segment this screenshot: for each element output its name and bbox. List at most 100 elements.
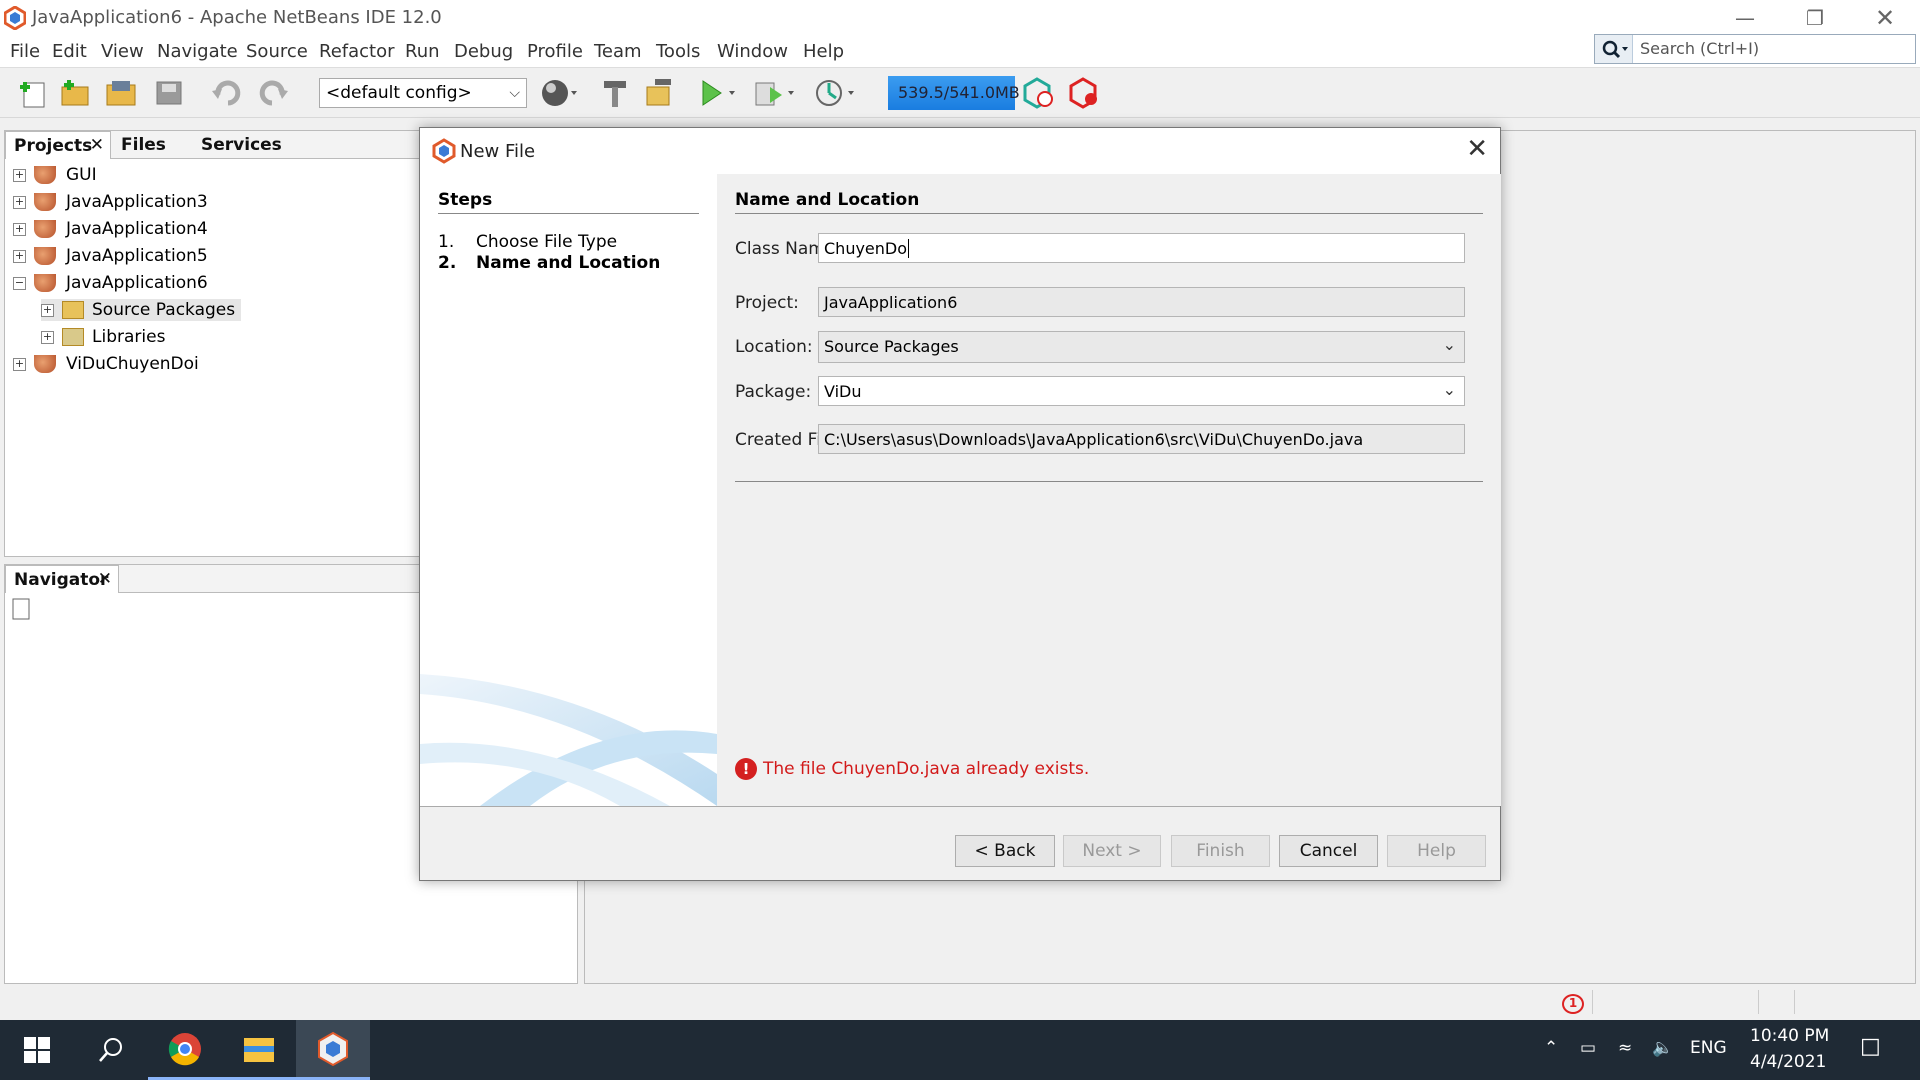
- menu-refactor[interactable]: Refactor: [319, 41, 395, 62]
- step-label: Choose File Type: [476, 232, 618, 252]
- cancel-button[interactable]: Cancel: [1279, 835, 1378, 867]
- tab-navigator[interactable]: Navigator ✕: [5, 565, 119, 593]
- new-file-icon[interactable]: [16, 77, 50, 109]
- profile-icon[interactable]: [812, 77, 854, 109]
- java-project-icon: [34, 355, 56, 373]
- expand-icon[interactable]: +: [13, 249, 26, 263]
- document-icon: [12, 598, 30, 620]
- step-number: 1.: [438, 232, 455, 252]
- expand-icon[interactable]: +: [41, 330, 54, 344]
- menu-view[interactable]: View: [101, 41, 144, 62]
- java-project-icon: [34, 220, 56, 238]
- save-all-icon[interactable]: [152, 77, 186, 109]
- java-project-icon: [34, 274, 56, 292]
- back-button[interactable]: < Back: [955, 835, 1055, 867]
- notifications-icon[interactable]: 1: [1562, 994, 1584, 1014]
- tree-item-javaapplication4[interactable]: + JavaApplication4: [13, 218, 208, 240]
- window-title: JavaApplication6 - Apache NetBeans IDE 1…: [32, 7, 442, 28]
- run-icon[interactable]: [697, 77, 735, 109]
- expand-icon[interactable]: +: [13, 357, 26, 371]
- snapshot-icon[interactable]: [1067, 77, 1101, 109]
- menu-run[interactable]: Run: [405, 41, 440, 62]
- tree-label: Libraries: [92, 327, 166, 347]
- clean-build-icon[interactable]: [643, 77, 677, 109]
- restore-button[interactable]: ❐: [1780, 0, 1850, 36]
- menu-team[interactable]: Team: [594, 41, 642, 62]
- step-label: Name and Location: [476, 253, 661, 273]
- menu-file[interactable]: File: [10, 41, 40, 62]
- expand-icon[interactable]: +: [41, 303, 54, 317]
- notification-center-icon[interactable]: □: [1860, 1034, 1881, 1059]
- tree-item-gui[interactable]: + GUI: [13, 164, 97, 186]
- search-box[interactable]: Search (Ctrl+I): [1594, 34, 1916, 64]
- expand-icon[interactable]: +: [13, 195, 26, 209]
- set-main-project-icon[interactable]: [539, 77, 577, 109]
- menu-edit[interactable]: Edit: [52, 41, 87, 62]
- tree-item-javaapplication3[interactable]: + JavaApplication3: [13, 191, 208, 213]
- text-cursor: [908, 239, 910, 258]
- tree-item-javaapplication6[interactable]: − JavaApplication6: [13, 272, 208, 294]
- language-indicator[interactable]: ENG: [1690, 1038, 1727, 1058]
- wifi-icon[interactable]: ≈: [1618, 1038, 1632, 1058]
- file-explorer-icon[interactable]: [222, 1020, 296, 1080]
- search-icon[interactable]: [1595, 35, 1633, 63]
- menu-navigate[interactable]: Navigate: [157, 41, 238, 62]
- error-message: ! The file ChuyenDo.java already exists.: [735, 758, 1089, 780]
- search-taskbar-icon[interactable]: [74, 1020, 148, 1080]
- netbeans-taskbar-icon[interactable]: [296, 1020, 370, 1080]
- tab-projects[interactable]: Projects ✕: [5, 131, 111, 159]
- config-select[interactable]: <default config> ⌵: [319, 78, 527, 108]
- tab-files[interactable]: Files: [113, 131, 174, 159]
- menu-window[interactable]: Window: [717, 41, 788, 62]
- next-button[interactable]: Next >: [1063, 835, 1161, 867]
- volume-icon[interactable]: 🔈: [1652, 1038, 1673, 1058]
- help-button[interactable]: Help: [1387, 835, 1486, 867]
- chrome-icon[interactable]: [148, 1020, 222, 1080]
- expand-icon[interactable]: +: [13, 222, 26, 236]
- menu-help[interactable]: Help: [803, 41, 844, 62]
- menu-tools[interactable]: Tools: [656, 41, 700, 62]
- open-project-icon[interactable]: [104, 77, 138, 109]
- java-project-icon: [34, 193, 56, 211]
- windows-start-icon[interactable]: [0, 1020, 74, 1080]
- tree-item-viduchuyendoi[interactable]: + ViDuChuyenDoi: [13, 353, 199, 375]
- tree-label: GUI: [66, 165, 97, 185]
- clock-time[interactable]: 10:40 PM: [1750, 1026, 1829, 1046]
- netbeans-logo-icon: [432, 138, 456, 164]
- location-select[interactable]: Source Packages ⌄: [818, 331, 1465, 363]
- close-icon[interactable]: ✕: [90, 135, 104, 155]
- redo-icon[interactable]: [256, 77, 290, 109]
- tree-label: JavaApplication5: [66, 246, 208, 266]
- tree-item-libraries[interactable]: + Libraries: [41, 326, 165, 348]
- close-window-button[interactable]: ✕: [1850, 0, 1920, 36]
- menu-debug[interactable]: Debug: [454, 41, 513, 62]
- tray-chevron-icon[interactable]: ⌃: [1544, 1038, 1558, 1058]
- build-icon[interactable]: [598, 77, 632, 109]
- dialog-button-bar: < Back Next > Finish Cancel Help: [420, 806, 1500, 880]
- close-dialog-button[interactable]: ✕: [1466, 134, 1488, 164]
- taskbar: ⌃ ▭ ≈ 🔈 ENG 10:40 PM 4/4/2021 □: [0, 1020, 1920, 1080]
- clock-date[interactable]: 4/4/2021: [1750, 1052, 1826, 1072]
- close-icon[interactable]: ✕: [98, 569, 112, 589]
- undo-icon[interactable]: [210, 77, 244, 109]
- gc-icon[interactable]: [1021, 77, 1055, 109]
- collapse-icon[interactable]: −: [13, 276, 26, 290]
- menu-profile[interactable]: Profile: [527, 41, 583, 62]
- tree-item-source-packages[interactable]: + Source Packages: [41, 299, 242, 321]
- status-divider: [1758, 990, 1759, 1014]
- package-select[interactable]: ViDu ⌄: [818, 376, 1465, 406]
- battery-icon[interactable]: ▭: [1580, 1038, 1596, 1058]
- menu-source[interactable]: Source: [246, 41, 308, 62]
- class-name-input[interactable]: ChuyenDo: [818, 233, 1465, 263]
- tree-label: JavaApplication4: [66, 219, 208, 239]
- debug-icon[interactable]: [752, 77, 794, 109]
- tree-label: JavaApplication3: [66, 192, 208, 212]
- new-project-icon[interactable]: [58, 77, 92, 109]
- created-file-field: C:\Users\asus\Downloads\JavaApplication6…: [818, 424, 1465, 454]
- finish-button[interactable]: Finish: [1171, 835, 1270, 867]
- memory-indicator[interactable]: 539.5/541.0MB: [888, 76, 1020, 110]
- tree-item-javaapplication5[interactable]: + JavaApplication5: [13, 245, 208, 267]
- minimize-button[interactable]: —: [1710, 0, 1780, 36]
- expand-icon[interactable]: +: [13, 168, 26, 182]
- tab-services[interactable]: Services: [193, 131, 290, 159]
